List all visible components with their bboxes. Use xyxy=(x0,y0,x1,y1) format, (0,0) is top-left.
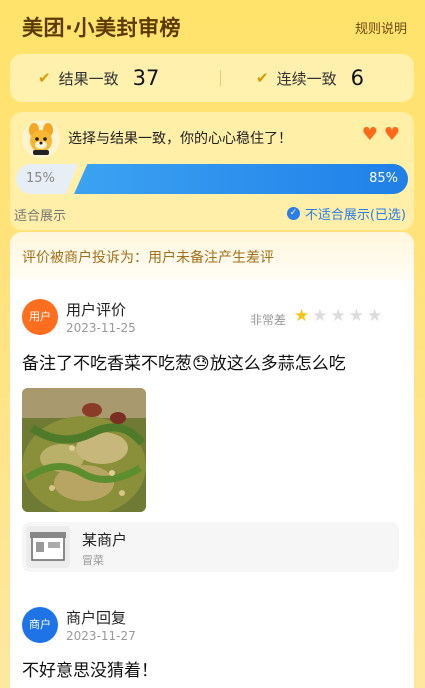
user-avatar: 用户 xyxy=(22,299,58,335)
review-author: 用户评价 xyxy=(66,301,127,319)
star-empty-icon: ★ xyxy=(312,306,328,326)
score-value: 37 xyxy=(132,66,160,90)
star-empty-icon: ★ xyxy=(367,306,383,326)
left-percent: 15% xyxy=(26,171,55,186)
complaint-text: 评价被商户投诉为：用户未备注产生差评 xyxy=(22,250,274,266)
merchant-avatar: 商户 xyxy=(22,607,58,643)
score-streak: ✔ 连续一致 6 xyxy=(256,54,364,102)
vote-bar-left: 15% xyxy=(16,164,78,194)
merchant-card[interactable]: 某商户 冒菜 xyxy=(22,522,399,572)
rating-stars: ★ ★ ★ ★ ★ xyxy=(294,307,382,325)
review-text: 备注了不吃香菜不吃葱😓放这么多蒜怎么吃 xyxy=(22,354,346,374)
score-label: 连续一致 xyxy=(276,69,337,88)
score-label: 结果一致 xyxy=(58,69,119,88)
vote-message: 选择与结果一致，你的心心稳住了！ xyxy=(68,131,292,147)
option-unsuitable[interactable]: ✓ 不适合展示(已选) xyxy=(286,204,406,223)
mascot-avatar xyxy=(22,120,60,158)
right-percent: 85% xyxy=(369,171,398,186)
score-result-match: ✔ 结果一致 37 xyxy=(38,54,159,102)
divider xyxy=(220,70,221,86)
vote-bar-right: 85% xyxy=(74,164,408,194)
hearts: ♥ ♥ xyxy=(362,126,400,144)
page-title: 美团·小美封审榜 xyxy=(22,16,181,40)
heart-icon: ♥ xyxy=(383,124,400,145)
option-unsuitable-label: 不适合展示(已选) xyxy=(304,208,406,223)
store-icon xyxy=(26,526,70,568)
star-empty-icon: ★ xyxy=(348,306,364,326)
star-filled-icon: ★ xyxy=(294,306,310,326)
reply-text: 不好意思没猜着！ xyxy=(22,661,158,681)
star-empty-icon: ★ xyxy=(330,306,346,326)
reply-author: 商户回复 xyxy=(66,609,127,627)
reply-date: 2023-11-27 xyxy=(66,629,136,643)
option-suitable[interactable]: 适合展示 xyxy=(14,205,66,224)
score-card: ✔ 结果一致 37 ✔ 连续一致 6 xyxy=(10,54,414,102)
complaint-banner: 评价被商户投诉为：用户未备注产生差评 xyxy=(10,232,414,280)
review-date: 2023-11-25 xyxy=(66,321,136,335)
check-circle-icon: ✓ xyxy=(286,207,300,220)
check-icon: ✔ xyxy=(38,69,51,87)
vote-card: 选择与结果一致，你的心心稳住了！ ♥ ♥ 15% 85% 适合展示 ✓ 不适合展… xyxy=(10,112,414,230)
check-icon: ✔ xyxy=(256,69,269,87)
review-panel: 评价被商户投诉为：用户未备注产生差评 用户 用户评价 2023-11-25 非常… xyxy=(10,232,414,688)
review-photo[interactable] xyxy=(22,388,146,512)
merchant-category: 冒菜 xyxy=(82,554,104,567)
score-value: 6 xyxy=(350,66,364,90)
merchant-name: 某商户 xyxy=(82,531,128,549)
heart-icon: ♥ xyxy=(361,124,378,145)
rating-label: 非常差 xyxy=(250,313,287,327)
header: 美团·小美封审榜 规则说明 xyxy=(0,0,425,52)
rules-link[interactable]: 规则说明 xyxy=(355,18,407,37)
